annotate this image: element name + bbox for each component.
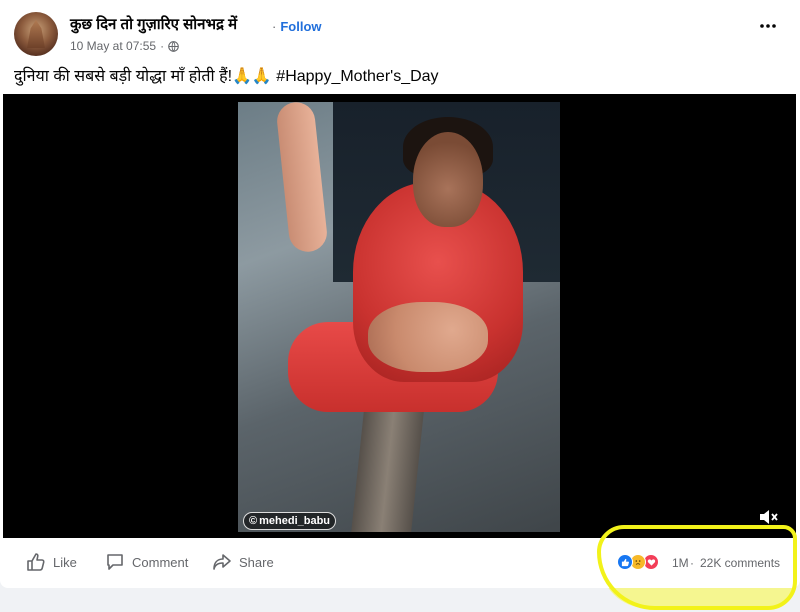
comment-label: Comment bbox=[132, 554, 189, 570]
comments-count[interactable]: 22K comments bbox=[700, 556, 780, 570]
like-reaction-icon bbox=[617, 554, 633, 570]
reaction-icons[interactable] bbox=[617, 554, 659, 570]
video-watermark: © mehedi_babu bbox=[243, 512, 337, 530]
stats-separator: · bbox=[690, 556, 694, 570]
page-name[interactable]: कुछ दिन तो गुज़ारिए सोनभद्र में bbox=[70, 14, 237, 34]
comment-button[interactable]: Comment bbox=[105, 552, 188, 572]
page-avatar[interactable] bbox=[14, 12, 58, 56]
comment-icon bbox=[107, 554, 123, 570]
share-button[interactable]: Share bbox=[212, 552, 274, 572]
video-player[interactable]: © mehedi_babu bbox=[3, 94, 796, 538]
follow-label: Follow bbox=[280, 19, 322, 34]
reaction-count[interactable]: 1M bbox=[672, 556, 689, 570]
post-footer: Like Comment Share 1M · 22K comments bbox=[0, 540, 800, 584]
volume-muted-icon[interactable] bbox=[757, 506, 781, 528]
post-header: कुछ दिन तो गुज़ारिए सोनभद्र में · Follow … bbox=[12, 10, 788, 58]
more-options-icon[interactable] bbox=[756, 14, 780, 38]
timestamp[interactable]: 10 May at 07:55 bbox=[70, 39, 156, 53]
copyright-icon: © bbox=[249, 515, 258, 527]
share-icon bbox=[213, 554, 231, 570]
video-frame bbox=[238, 102, 560, 532]
post-caption: दुनिया की सबसे बड़ी योद्धा माँ होती हैं!… bbox=[14, 68, 439, 85]
share-label: Share bbox=[239, 554, 274, 570]
follow-button[interactable]: · Follow bbox=[272, 19, 322, 34]
like-label: Like bbox=[53, 554, 77, 570]
globe-icon bbox=[168, 40, 179, 52]
watermark-text: mehedi_babu bbox=[259, 515, 331, 527]
thumbs-up-icon bbox=[27, 553, 45, 571]
like-button[interactable]: Like bbox=[26, 552, 77, 572]
post-meta: 10 May at 07:55 · bbox=[70, 39, 179, 53]
post-card: कुछ दिन तो गुज़ारिए सोनभद्र में · Follow … bbox=[0, 0, 800, 588]
